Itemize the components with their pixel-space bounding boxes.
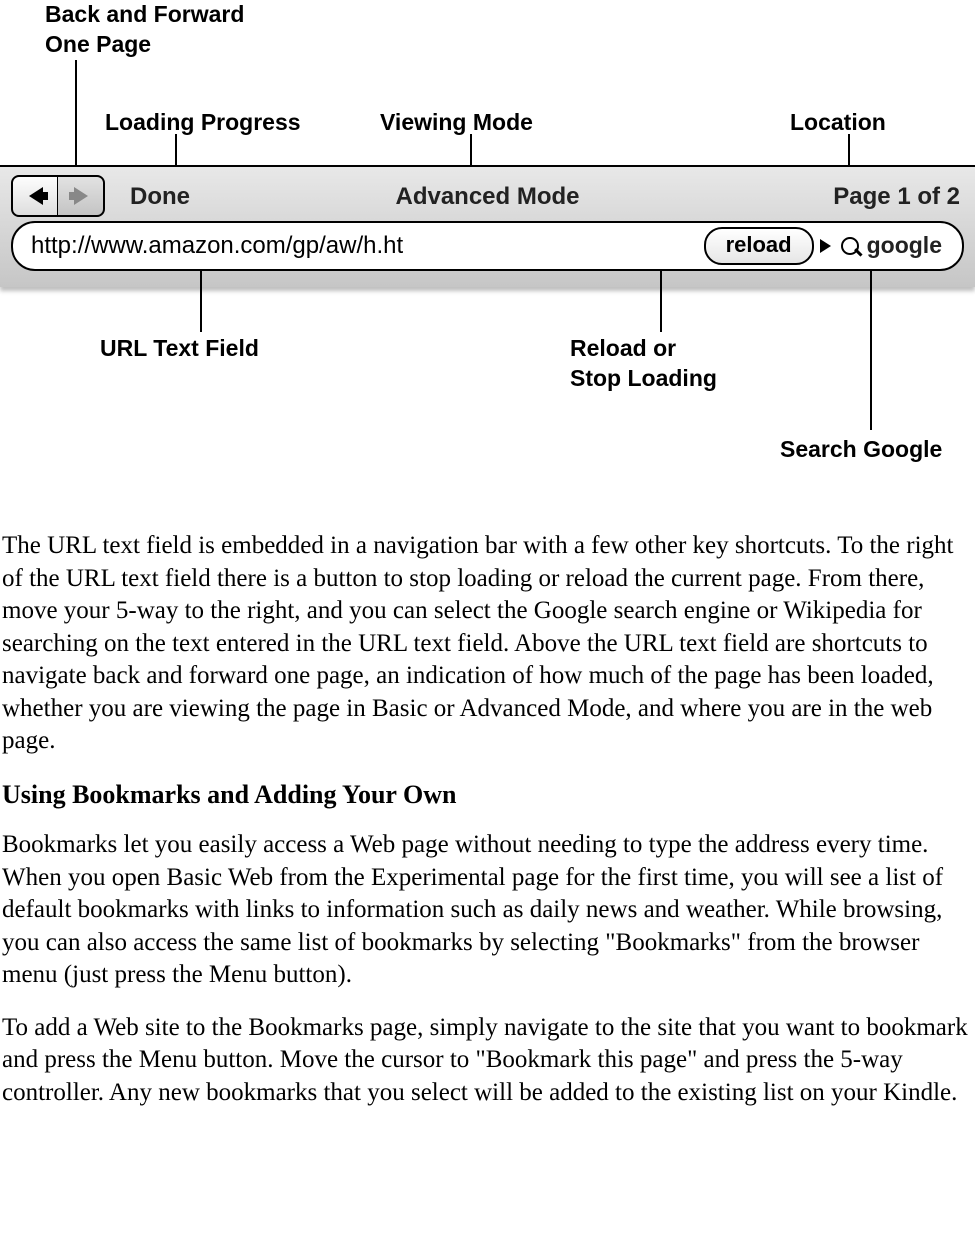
- back-button[interactable]: [11, 175, 59, 217]
- leader-line: [660, 270, 662, 332]
- leader-line: [870, 270, 872, 430]
- url-input[interactable]: http://www.amazon.com/gp/aw/h.ht: [13, 230, 704, 261]
- forward-button[interactable]: [57, 175, 105, 217]
- label-url-field: URL Text Field: [100, 334, 259, 364]
- annotated-toolbar-diagram: Back and Forward One Page Loading Progre…: [0, 0, 975, 470]
- label-viewing-mode: Viewing Mode: [380, 108, 533, 138]
- paragraph: To add a Web site to the Bookmarks page,…: [2, 1012, 971, 1110]
- label-location: Location: [790, 108, 886, 138]
- reload-button[interactable]: reload: [704, 227, 814, 266]
- label-loading-progress: Loading Progress: [105, 108, 301, 138]
- paragraph: Bookmarks let you easily access a Web pa…: [2, 829, 971, 992]
- search-engine-label: google: [867, 231, 942, 261]
- label-search-google: Search Google: [780, 435, 942, 465]
- loading-status: Done: [130, 181, 190, 212]
- page-location-status: Page 1 of 2: [833, 181, 960, 212]
- viewing-mode-status: Advanced Mode: [395, 181, 579, 212]
- section-heading: Using Bookmarks and Adding Your Own: [2, 778, 971, 812]
- document-body: The URL text field is embedded in a navi…: [0, 530, 975, 1109]
- arrow-left-icon: [29, 187, 43, 205]
- search-icon: [841, 237, 859, 255]
- label-back-forward: Back and Forward One Page: [45, 0, 244, 60]
- search-engine[interactable]: google: [841, 231, 962, 261]
- arrow-right-icon: [74, 187, 88, 205]
- label-reload-stop: Reload or Stop Loading: [570, 334, 717, 394]
- url-bar: http://www.amazon.com/gp/aw/h.ht reload …: [11, 221, 964, 271]
- browser-toolbar: Done Advanced Mode Page 1 of 2 http://ww…: [0, 165, 975, 287]
- leader-line: [200, 270, 202, 332]
- chevron-right-icon: [820, 239, 831, 253]
- leader-line: [75, 60, 77, 175]
- paragraph: The URL text field is embedded in a navi…: [2, 530, 971, 758]
